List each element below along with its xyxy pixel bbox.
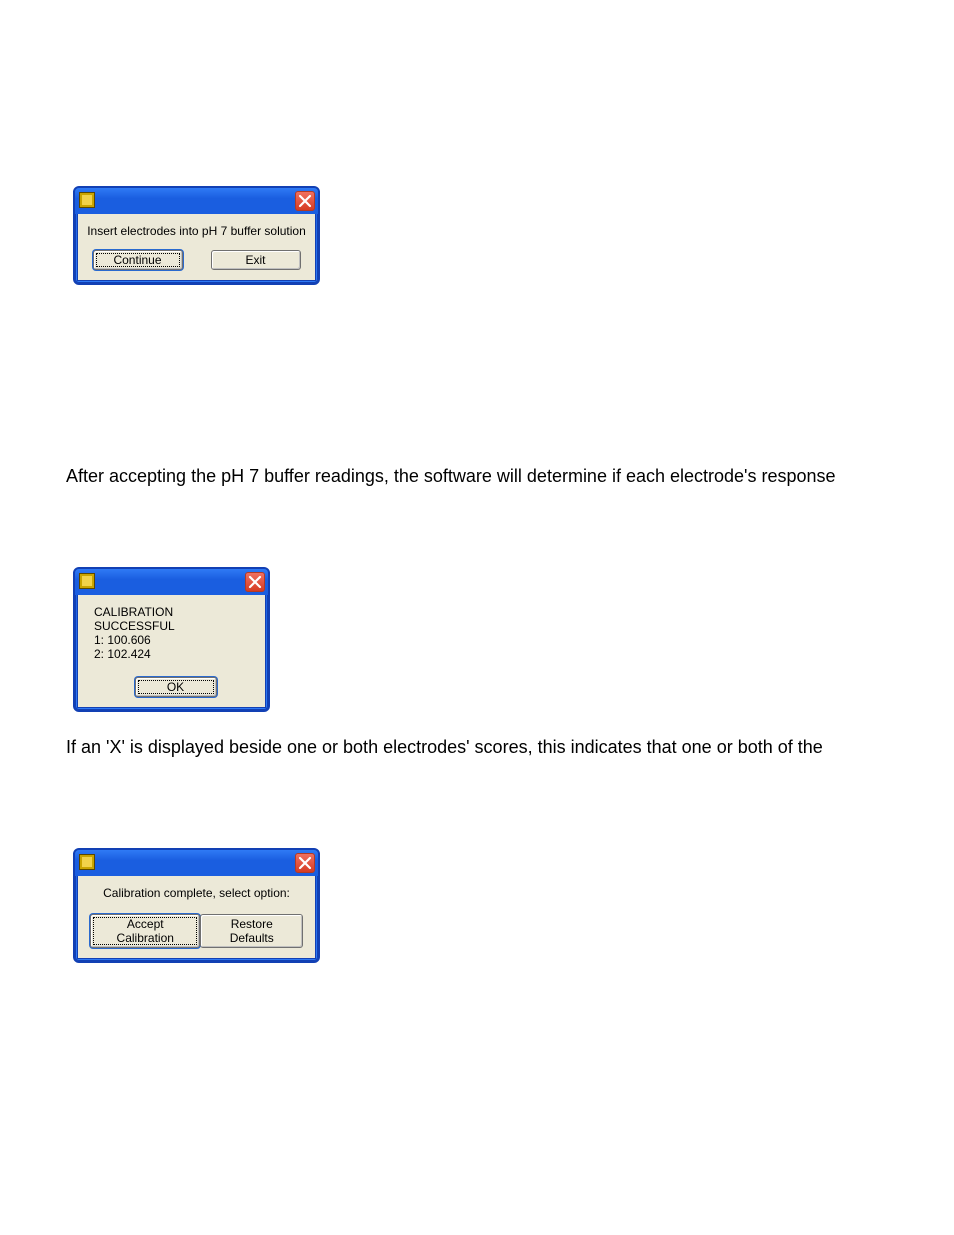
restore-defaults-button[interactable]: Restore Defaults (200, 914, 303, 948)
electrode-1-score: 1: 100.606 (94, 633, 257, 647)
continue-button[interactable]: Continue (93, 250, 183, 270)
close-button[interactable] (295, 191, 315, 211)
dialog-calibration-result: CALIBRATION SUCCESSFUL 1: 100.606 2: 102… (73, 567, 270, 712)
dialog-body: CALIBRATION SUCCESSFUL 1: 100.606 2: 102… (77, 595, 266, 708)
dialog-calibration-complete: Calibration complete, select option: Acc… (73, 848, 320, 963)
ok-button[interactable]: OK (135, 677, 217, 697)
exit-button[interactable]: Exit (211, 250, 301, 270)
dialog-ph7-buffer: Insert electrodes into pH 7 buffer solut… (73, 186, 320, 285)
close-icon (298, 856, 312, 870)
body-text: If an 'X' is displayed beside one or bot… (66, 736, 906, 759)
app-icon (79, 854, 95, 870)
titlebar (75, 569, 268, 595)
button-row: OK (94, 677, 257, 697)
electrode-2-score: 2: 102.424 (94, 647, 257, 661)
close-button[interactable] (295, 853, 315, 873)
button-row: Continue Exit (86, 250, 307, 270)
accept-calibration-button[interactable]: Accept Calibration (90, 914, 200, 948)
app-icon (79, 192, 95, 208)
titlebar (75, 188, 318, 214)
calibration-status: CALIBRATION SUCCESSFUL (94, 605, 257, 633)
dialog-message: Calibration complete, select option: (86, 886, 307, 900)
button-row: Accept Calibration Restore Defaults (86, 914, 307, 948)
close-button[interactable] (245, 572, 265, 592)
titlebar (75, 850, 318, 876)
body-text: After accepting the pH 7 buffer readings… (66, 465, 906, 488)
close-icon (248, 575, 262, 589)
app-icon (79, 573, 95, 589)
dialog-body: Calibration complete, select option: Acc… (77, 876, 316, 959)
close-icon (298, 194, 312, 208)
document-page: Insert electrodes into pH 7 buffer solut… (0, 0, 954, 1235)
dialog-message: Insert electrodes into pH 7 buffer solut… (86, 224, 307, 238)
dialog-body: Insert electrodes into pH 7 buffer solut… (77, 214, 316, 281)
